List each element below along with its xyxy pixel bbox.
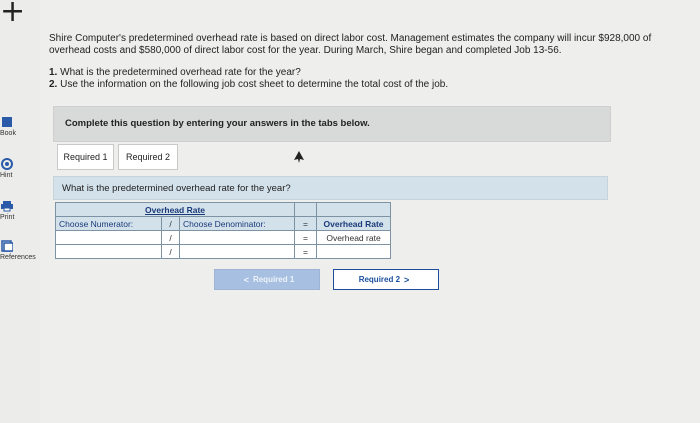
cursor-icon [294,151,304,163]
equals-sign: = [294,244,317,259]
result-label: Overhead rate [316,230,391,245]
book-icon [2,117,12,127]
sidebar-item-references[interactable]: References [0,240,40,261]
previous-button[interactable]: < Required 1 [214,269,320,290]
left-sidebar: + Book Hint Print References [0,0,40,423]
tab-bar: Required 1 Required 2 [57,144,182,172]
sidebar-item-label: References [0,254,36,261]
next-button-label: Required 2 [358,275,401,284]
divide-sign: / [161,230,180,245]
result-header: Overhead Rate [316,216,391,231]
equals-sign: = [294,216,317,231]
sidebar-item-print[interactable]: Print [0,200,40,221]
denominator-label: Choose Denominator: [179,216,295,231]
tab-required-2[interactable]: Required 2 [118,144,178,170]
problem-questions: 1. What is the predetermined overhead ra… [49,67,448,91]
table-header-blank [294,202,317,217]
sidebar-item-hint[interactable]: Hint [0,158,40,179]
overhead-rate-input[interactable] [316,244,391,259]
divide-sign: / [161,216,180,231]
tab-required-1[interactable]: Required 1 [57,144,114,170]
equals-sign: = [294,230,317,245]
question-1: 1. What is the predetermined overhead ra… [49,67,301,78]
denominator-input[interactable] [179,244,295,259]
numerator-label: Choose Numerator: [55,216,162,231]
table-header-blank [316,202,391,217]
previous-button-label: Required 1 [252,275,295,284]
sidebar-item-label: Book [0,130,16,137]
next-button[interactable]: Required 2 > [333,269,439,290]
hint-icon [1,158,13,170]
sidebar-item-book[interactable]: Book [0,116,40,137]
question-bar: What is the predetermined overhead rate … [53,176,608,200]
problem-intro: Shire Computer's predetermined overhead … [49,33,652,56]
question-text: What is the predetermined overhead rate … [62,183,291,194]
plus-icon[interactable]: + [0,0,25,27]
numerator-select[interactable] [55,230,162,245]
chevron-left-icon: < [243,274,249,285]
question-2: 2. Use the information on the following … [49,79,449,90]
denominator-select[interactable] [179,230,295,245]
print-icon [1,201,13,212]
divide-sign: / [161,244,180,259]
chevron-right-icon: > [404,274,410,285]
numerator-input[interactable] [55,244,162,259]
table-title: Overhead Rate [55,202,295,217]
instruction-text: Complete this question by entering your … [65,118,370,129]
references-icon [1,240,13,252]
overhead-rate-table: Overhead Rate Choose Numerator: / Choose… [55,202,391,259]
instruction-box: Complete this question by entering your … [53,106,611,142]
sidebar-item-label: Print [0,214,15,221]
sidebar-item-label: Hint [0,172,13,179]
